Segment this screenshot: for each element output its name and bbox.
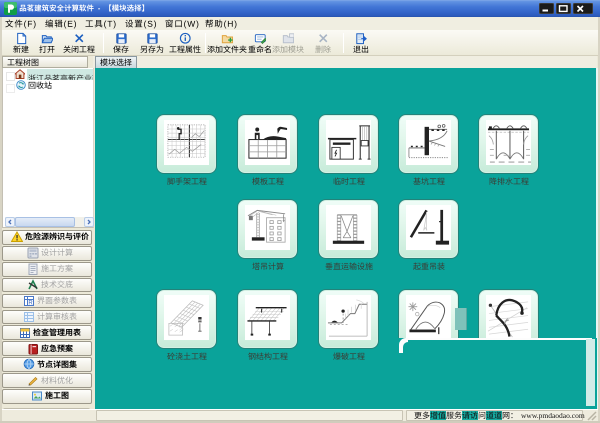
svg-text:R: R	[28, 300, 33, 306]
